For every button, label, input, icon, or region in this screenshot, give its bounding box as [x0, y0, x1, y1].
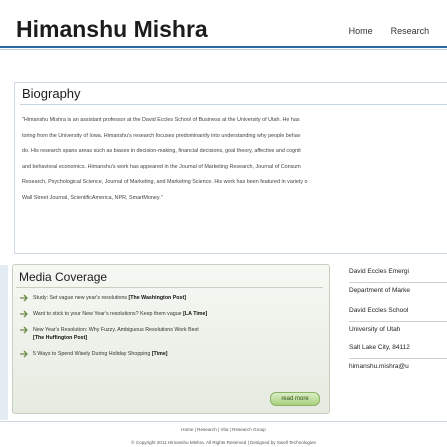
media-item-source: [The Huffington Post]: [33, 335, 88, 341]
media-coverage-heading: Media Coverage: [19, 270, 108, 284]
main-nav: HomeResearchVi: [331, 26, 447, 36]
contact-divider: [349, 358, 447, 359]
media-item-source: [The Washington Post]: [128, 295, 187, 301]
media-item[interactable]: Study: Set vague new year's resolutions …: [18, 294, 323, 302]
biography-line: and behavioral economics. Himanshu's wor…: [22, 163, 301, 170]
contact-line: David Eccles Emergi: [349, 268, 409, 275]
nav-research[interactable]: Research: [391, 26, 430, 36]
media-item[interactable]: 5 Ways to Spend Wisely During Holiday Sh…: [18, 350, 323, 358]
arrow-bullet-icon: [20, 350, 28, 358]
contact-line: University of Utah: [349, 326, 401, 333]
footer-divider: [0, 421, 447, 422]
site-header: Himanshu Mishra HomeResearchVi: [0, 0, 447, 50]
biography-line: do. His research spans areas such as bia…: [22, 148, 301, 154]
contact-line: Salt Lake City, 84112: [349, 344, 410, 351]
contact-email[interactable]: himanshu.mishra@u: [349, 363, 409, 370]
read-more-button[interactable]: read more: [270, 392, 320, 406]
media-item-source: [Time]: [151, 351, 168, 357]
footer-links[interactable]: Home | Research | Vita | Research Group: [0, 427, 447, 432]
biography-line: toring from the University of Iowa. Hima…: [22, 132, 301, 139]
arrow-bullet-icon: [20, 294, 28, 302]
nav-home[interactable]: Home: [349, 26, 373, 36]
biography-text: "Himanshu Mishra is an assistant profess…: [22, 113, 447, 206]
contact-line: David Eccles School: [349, 307, 409, 314]
biography-line: Research, Psychological Science, Journal…: [22, 179, 308, 185]
media-item-text: Study: Set vague new year's resolutions: [33, 295, 129, 301]
site-title: Himanshu Mishra: [16, 16, 208, 42]
biography-divider: [20, 104, 447, 105]
media-item[interactable]: Want to stick to your New Year's resolut…: [18, 310, 323, 318]
media-item-text: Want to stick to your New Year's resolut…: [33, 311, 184, 317]
media-list: Study: Set vague new year's resolutions …: [18, 294, 323, 366]
media-item-source: [LA Time]: [183, 311, 208, 317]
contact-line: Department of Marke: [349, 287, 411, 294]
media-item-text: New Year's Resolution: Why Fuzzy, Ambigu…: [33, 327, 199, 333]
contact-divider: [349, 282, 447, 283]
arrow-bullet-icon: [20, 310, 28, 318]
media-item-text: 5 Ways to Spend Wisely During Holiday Sh…: [33, 351, 152, 357]
header-divider: [0, 46, 447, 48]
arrow-bullet-icon: [20, 326, 28, 334]
media-item[interactable]: New Year's Resolution: Why Fuzzy, Ambigu…: [18, 326, 323, 342]
contact-divider: [349, 321, 447, 322]
footer-copyright: © Copyright 2011 Himanshu Mishra. All Ri…: [131, 440, 316, 445]
media-divider: [16, 287, 323, 288]
biography-heading: Biography: [22, 86, 81, 101]
header-divider-light: [0, 49, 447, 50]
left-accent-bar: [0, 265, 8, 420]
biography-line: "Himanshu Mishra is an assistant profess…: [22, 117, 300, 123]
biography-line: Wall Street Journal, ScientificAmerica, …: [22, 194, 163, 201]
